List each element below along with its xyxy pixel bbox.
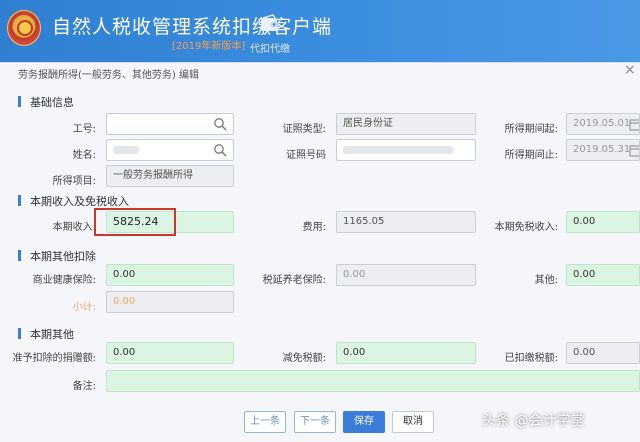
cancel-button[interactable]: 取消	[392, 411, 434, 433]
edition-label: [2019年新版本]	[172, 41, 246, 52]
remark-label: 备注:	[72, 381, 96, 392]
save-button[interactable]: 保存	[343, 411, 385, 433]
app-header: 自然人税收管理系统扣缴客户端 [2019年新版本] 代扣代缴	[0, 0, 640, 62]
close-icon[interactable]: ×	[624, 62, 636, 78]
tax-relief-label: 减免税额:	[282, 353, 326, 364]
name-label: 姓名:	[72, 150, 96, 161]
section-other-deductions: 本期其他扣除	[18, 248, 96, 264]
remark-input[interactable]	[106, 370, 640, 392]
section-other: 本期其他	[18, 326, 74, 342]
blurred-id-number	[343, 146, 453, 154]
period-end-value: 2019.05.31	[573, 144, 631, 155]
section-title: 本期其他	[30, 328, 74, 341]
blurred-name	[113, 146, 139, 154]
nav-item-withholding[interactable]: 代扣代缴	[250, 14, 290, 58]
donation-label: 准予扣除的捐赠额:	[12, 353, 96, 364]
app-title: 自然人税收管理系统扣缴客户端	[52, 16, 333, 38]
id-type-label: 证照类型:	[282, 124, 326, 135]
search-icon[interactable]	[213, 143, 227, 157]
withheld-tax-label: 已扣缴税额:	[504, 353, 558, 364]
tax-emblem-icon	[7, 10, 41, 46]
section-basic-info: 基础信息	[18, 94, 74, 110]
subtotal-label: 小计:	[72, 302, 96, 313]
expense-field: 1165.05	[336, 211, 476, 233]
prev-button[interactable]: 上一条	[244, 411, 286, 433]
tax-exempt-income-input[interactable]: 0.00	[566, 211, 640, 233]
section-income: 本期收入及免税收入	[18, 193, 129, 209]
period-end-input[interactable]: 2019.05.31	[566, 139, 640, 161]
tax-relief-input[interactable]: 0.00	[336, 342, 476, 364]
search-icon[interactable]	[213, 117, 227, 131]
income-item-field: 一般劳务报酬所得	[106, 165, 234, 187]
expense-label: 费用:	[302, 222, 326, 233]
subtotal-field: 0.00	[106, 291, 234, 313]
wallet-icon	[261, 14, 279, 31]
pension-insurance-label: 税延养老保险:	[262, 275, 326, 286]
tax-exempt-income-label: 本期免税收入:	[494, 222, 558, 233]
other-deduction-label: 其他:	[534, 275, 558, 286]
id-number-label: 证照号码	[286, 150, 326, 161]
donation-input[interactable]: 0.00	[106, 342, 234, 364]
watermark: 头条 @会计学堂	[482, 413, 585, 429]
dialog-title: 劳务报酬所得(一般劳务、其他劳务) 编辑	[18, 70, 199, 81]
period-start-input[interactable]: 2019.05.01	[566, 113, 640, 135]
id-number-input[interactable]	[336, 139, 476, 161]
section-title: 本期其他扣除	[30, 250, 96, 263]
income-label: 本期收入:	[52, 222, 96, 233]
nav-label: 代扣代缴	[250, 44, 290, 55]
period-end-label: 所得期间止:	[504, 150, 558, 161]
name-input[interactable]	[106, 139, 234, 161]
health-insurance-input[interactable]: 0.00	[106, 264, 234, 286]
health-insurance-label: 商业健康保险:	[32, 275, 96, 286]
next-button[interactable]: 下一条	[294, 411, 336, 433]
section-title: 本期收入及免税收入	[30, 195, 129, 208]
pension-insurance-field: 0.00	[336, 264, 476, 286]
id-type-select[interactable]: 居民身份证	[336, 113, 476, 135]
highlight-box	[94, 208, 176, 236]
employee-id-label: 工号:	[72, 124, 96, 135]
section-title: 基础信息	[30, 96, 74, 109]
period-start-label: 所得期间起:	[504, 124, 558, 135]
employee-id-input[interactable]	[106, 113, 234, 135]
other-deduction-input[interactable]: 0.00	[566, 264, 640, 286]
calendar-icon[interactable]	[629, 117, 640, 131]
withheld-tax-field: 0.00	[566, 342, 640, 364]
income-item-label: 所得项目:	[52, 176, 96, 187]
period-start-value: 2019.05.01	[573, 118, 631, 129]
calendar-icon[interactable]	[629, 143, 640, 157]
